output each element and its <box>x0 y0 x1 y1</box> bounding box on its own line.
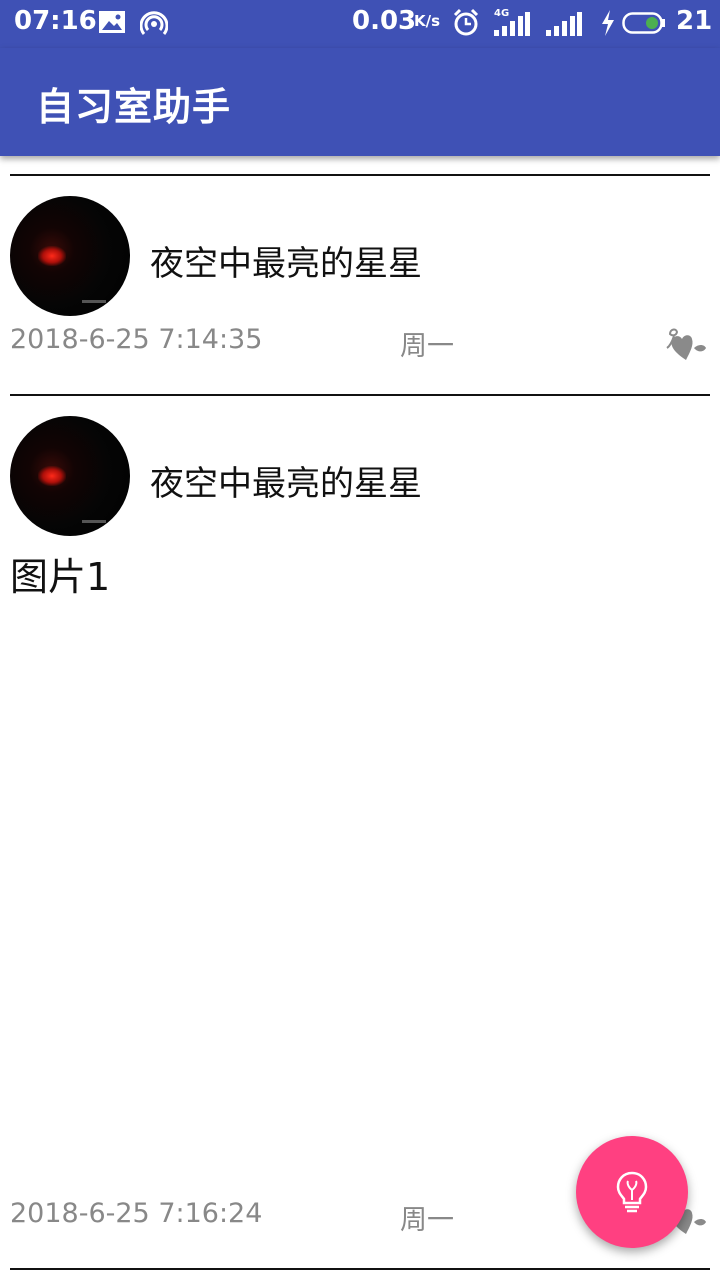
battery-level: 21 <box>676 6 713 36</box>
hotspot-icon <box>140 11 168 35</box>
post-weekday: 周一 <box>400 1205 454 1236</box>
post-datetime: 2018-6-25 7:14:35 <box>10 324 263 355</box>
post-author: 夜空中最亮的星星 <box>150 244 422 284</box>
avatar-image <box>38 246 66 266</box>
net-speed: 0.03 <box>352 6 417 36</box>
signal-4g-icon <box>494 12 530 36</box>
image-icon <box>99 11 125 33</box>
battery-icon <box>622 12 665 34</box>
divider <box>10 1268 710 1270</box>
avatar[interactable] <box>10 196 130 316</box>
avatar-image <box>38 466 66 486</box>
post-weekday: 周一 <box>400 331 454 362</box>
avatar[interactable] <box>10 416 130 536</box>
status-bar: 07:16 0.03 K/s 4G 21 <box>0 0 720 48</box>
divider <box>10 394 710 396</box>
app-title: 自习室助手 <box>36 85 232 129</box>
charging-icon <box>602 10 614 36</box>
post-datetime: 2018-6-25 7:16:24 <box>10 1198 263 1229</box>
app-bar: 自习室助手 <box>0 48 720 156</box>
divider <box>10 174 710 176</box>
post-body: 图片1 <box>10 555 111 599</box>
fab-button[interactable] <box>576 1136 688 1248</box>
lightbulb-icon <box>616 1171 648 1213</box>
net-speed-unit: K/s <box>414 12 441 30</box>
heart-flower-icon[interactable] <box>664 326 708 362</box>
alarm-icon <box>453 8 479 36</box>
status-time: 07:16 <box>14 6 97 36</box>
signal-icon <box>546 12 582 36</box>
post-author: 夜空中最亮的星星 <box>150 464 422 504</box>
